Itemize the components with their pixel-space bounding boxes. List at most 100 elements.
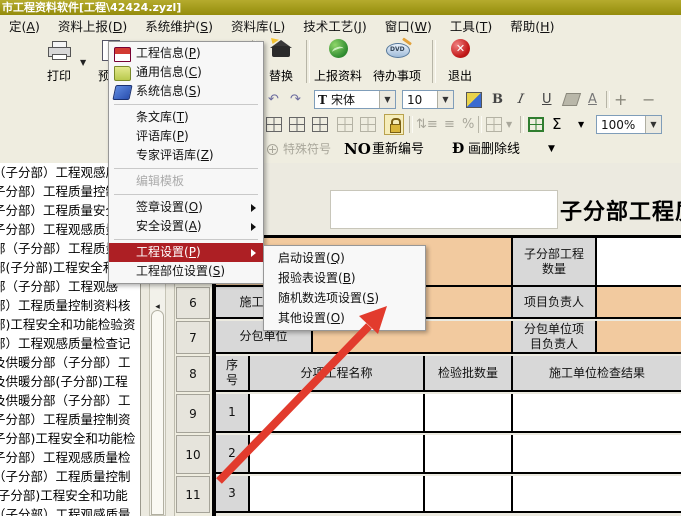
replace-button[interactable]: 替换	[258, 36, 304, 86]
menu-item-编辑模板: 编辑模板	[109, 172, 263, 191]
menu-item-通用信息[interactable]: 通用信息(C)	[109, 63, 263, 82]
tree-item[interactable]: (子分部)工程安全和功能	[0, 486, 140, 505]
strikethrough-button[interactable]: 画删除线	[468, 137, 520, 162]
tree-item[interactable]: 部）工程观感质量检查记	[0, 334, 140, 353]
merge-cells-icon[interactable]	[266, 117, 282, 132]
tree-item[interactable]: 子分部）工程观感质量检	[0, 448, 140, 467]
menubar-item-W[interactable]: 窗口(W)	[376, 16, 441, 35]
tree-item[interactable]: 及供暖分部（子分部）工	[0, 353, 140, 372]
submenu-item-其他设置[interactable]: 其他设置(O)	[264, 308, 425, 328]
menubar-item-L[interactable]: 资料库(L)	[222, 16, 294, 35]
table-cell[interactable]	[250, 435, 425, 472]
sub-pm-value-cell[interactable]	[597, 321, 681, 352]
undo-icon[interactable]: ↶	[268, 87, 279, 112]
menubar-item-D[interactable]: 资料上报(D)	[49, 16, 136, 35]
menu-item-签章设置[interactable]: 签章设置(O)	[109, 198, 263, 217]
sum-dropdown-icon[interactable]: ▼	[578, 112, 584, 137]
strike-dropdown-icon[interactable]: ▼	[548, 137, 555, 162]
sum-button[interactable]: Σ	[552, 112, 561, 137]
menubar-item-H[interactable]: 帮助(H)	[501, 16, 563, 35]
qty-value-cell[interactable]	[597, 238, 681, 285]
seq-cell: 1	[216, 394, 250, 431]
window-titlebar[interactable]: 市工程资料软件[工程\42424.zyzl]	[0, 0, 681, 15]
tree-item[interactable]: 子分部)工程安全和功能检	[0, 429, 140, 448]
renumber-icon[interactable]: NO	[344, 137, 371, 162]
fill-color-icon[interactable]	[562, 93, 581, 106]
print-button[interactable]: 打印	[40, 36, 78, 86]
print-dropdown-arrow[interactable]: ▼	[80, 58, 86, 67]
underline-button[interactable]: U	[542, 87, 552, 112]
row-header-11[interactable]: 11	[176, 476, 210, 513]
scrollbar-thumb[interactable]	[151, 310, 164, 515]
lock-button[interactable]	[384, 114, 404, 135]
decrease-button[interactable]: −	[642, 87, 655, 112]
menu-item-系统信息[interactable]: 系统信息(S)	[109, 82, 263, 101]
menubar-item-T[interactable]: 工具(T)	[441, 16, 501, 35]
tree-item[interactable]: 部）工程质量控制资料核	[0, 296, 140, 315]
zoom-select[interactable]: 100% ▼	[596, 115, 662, 134]
menu-item-工程信息[interactable]: 工程信息(P)	[109, 44, 263, 63]
pm-value-cell[interactable]	[597, 287, 681, 317]
table-cell[interactable]	[250, 394, 425, 431]
increase-button[interactable]: +	[614, 87, 627, 112]
seq-cell: 3	[216, 476, 250, 511]
menubar-item-S[interactable]: 系统维护(S)	[136, 16, 222, 35]
tree-item[interactable]: 子分部）工程质量控制资	[0, 410, 140, 429]
bold-button[interactable]: B	[492, 87, 503, 112]
menu-item-评语库[interactable]: 评语库(P)	[109, 127, 263, 146]
submenu-arrow-icon	[251, 204, 256, 212]
row-header-9[interactable]: 9	[176, 394, 210, 433]
menu-item-工程部位设置[interactable]: 工程部位设置(S)	[109, 262, 263, 281]
tree-item[interactable]: 及供暖分部（子分部）工	[0, 391, 140, 410]
menu-separator	[114, 104, 258, 105]
submenu-item-随机数选项设置[interactable]: 随机数选项设置(S)	[264, 288, 425, 308]
table-cell[interactable]	[513, 435, 681, 472]
tree-item[interactable]: （子分部）工程质量控制	[0, 467, 140, 486]
font-color-icon[interactable]	[466, 92, 482, 108]
renumber-button[interactable]: 重新编号	[372, 137, 424, 162]
chevron-down-icon[interactable]: ▼	[645, 116, 661, 133]
strikethrough-icon[interactable]: Đ	[452, 137, 464, 162]
row-header-7[interactable]: 7	[176, 321, 210, 354]
toolbar-separator	[432, 40, 436, 83]
menu-item-条文库[interactable]: 条文库(T)	[109, 108, 263, 127]
font-name-select[interactable]: T 宋体 ▼	[314, 90, 396, 109]
tree-item[interactable]: 及供暖分部(子分部)工程	[0, 372, 140, 391]
tree-item[interactable]: 部)工程安全和功能检验资	[0, 315, 140, 334]
table-cell[interactable]	[425, 476, 513, 511]
italic-button[interactable]: I	[515, 87, 525, 112]
split-cells-icon[interactable]	[289, 117, 305, 132]
row-header-6[interactable]: 6	[176, 287, 210, 319]
text-color-a-icon[interactable]: A	[588, 87, 597, 112]
table-cell[interactable]	[513, 394, 681, 431]
chevron-down-icon[interactable]: ▼	[379, 91, 395, 108]
table-cell[interactable]	[250, 476, 425, 511]
table-cell[interactable]	[425, 394, 513, 431]
table-cell[interactable]	[513, 476, 681, 511]
submenu-item-报验表设置[interactable]: 报验表设置(B)	[264, 268, 425, 288]
collapse-arrow-icon[interactable]: ◂	[150, 302, 165, 312]
dvd-icon: DVD	[386, 43, 410, 58]
redo-icon[interactable]: ↷	[290, 87, 301, 112]
green-table-icon[interactable]	[528, 117, 544, 132]
menu-item-专家评语库[interactable]: 专家评语库(Z)	[109, 146, 263, 165]
table-row: 2	[216, 435, 681, 474]
chevron-down-icon[interactable]: ▼	[437, 91, 453, 108]
exit-button[interactable]: ✕ 退出	[438, 36, 482, 86]
tree-item[interactable]: （子分部）工程观感质量	[0, 505, 140, 516]
menu-item-安全设置[interactable]: 安全设置(A)	[109, 217, 263, 236]
table-cell[interactable]	[425, 435, 513, 472]
submenu-item-启动设置[interactable]: 启动设置(Q)	[264, 248, 425, 268]
row-header-8[interactable]: 8	[176, 356, 210, 392]
title-input-cell[interactable]	[330, 190, 558, 229]
menu-item-工程设置[interactable]: 工程设置(P)	[109, 243, 263, 262]
todo-button[interactable]: DVD 待办事项	[368, 36, 426, 86]
qty-label-cell: 子分部工程数量	[513, 238, 597, 285]
font-size-select[interactable]: 10 ▼	[402, 90, 454, 109]
insert-row-icon[interactable]	[312, 117, 328, 132]
row-header-10[interactable]: 10	[176, 435, 210, 474]
menubar-item-J[interactable]: 技术工艺(J)	[294, 16, 375, 35]
upload-data-button[interactable]: 上报资料	[310, 36, 366, 86]
menubar-item-A[interactable]: 定(A)	[0, 16, 49, 35]
worksheet-area[interactable]: 子分部工程质量验收记录 子分部工程数量 施工单位 项目负责人 分包单位 分包单位…	[212, 163, 681, 516]
